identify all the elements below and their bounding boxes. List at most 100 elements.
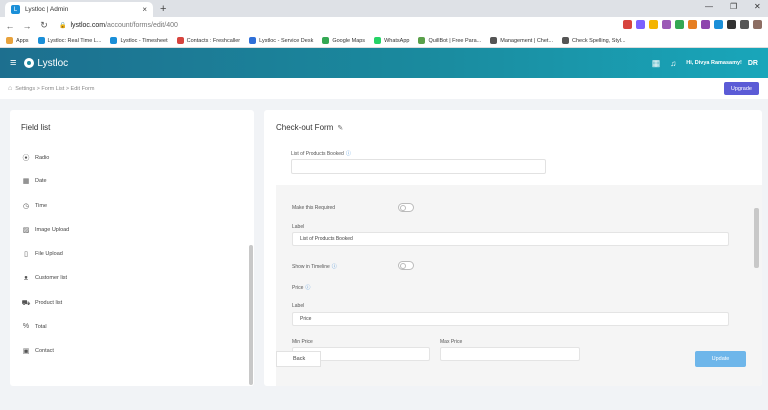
home-icon[interactable]: ⌂ [8,85,12,92]
field-list-item-label: Contact [35,348,54,355]
browser-extension-icon[interactable] [675,20,684,29]
bookmark-item[interactable]: Lystloc - Timesheet [110,37,168,44]
browser-extension-icon[interactable] [636,20,645,29]
breadcrumb[interactable]: Settings > Form List > Edit Form [15,86,94,92]
contact-card-icon: ▣ [22,348,30,356]
back-arrow-icon[interactable]: ← [3,21,17,31]
file-icon: ▯ [24,251,28,259]
bookmark-item[interactable]: Management | Chet... [490,37,553,44]
browser-tab-title: Lystloc | Admin [25,6,69,13]
form-scrollbar[interactable] [754,208,759,268]
field-list-item[interactable]: ▦ Date [21,177,47,185]
field-list-item[interactable]: ▣ Contact [21,347,54,355]
user-avatar[interactable]: DR [748,60,758,67]
breadcrumb-bar: ⌂ Settings > Form List > Edit Form Upgra… [0,78,768,99]
browser-extension-icon[interactable] [701,20,710,29]
show-timeline-toggle[interactable] [398,261,414,270]
new-tab-icon[interactable]: + [160,3,166,15]
bookmark-item[interactable]: Google Maps [322,37,365,44]
field-list-item-label: Time [35,202,48,209]
browser-extension-icon[interactable] [714,20,723,29]
url-host: lystloc.com [70,22,106,29]
form-title: Check-out Form [276,123,334,132]
label-caption: Label [292,224,305,230]
window-close-icon[interactable]: ✕ [754,2,761,11]
pencil-edit-icon[interactable]: ✎ [337,124,343,132]
percent-icon: % [22,323,30,331]
upgrade-button[interactable]: Upgrade [723,82,759,95]
brand-logo[interactable]: Lystloc [24,58,68,69]
minimize-icon[interactable]: — [705,2,713,11]
show-timeline-label-text: Show in Timeline [292,264,330,270]
bookmark-item[interactable]: Check Spelling, Styl... [562,37,626,44]
bookmark-favicon-icon [418,37,426,44]
field-list-item-label: Date [35,178,47,185]
browser-extension-icon[interactable] [740,20,749,29]
restore-icon[interactable]: ❐ [730,2,737,11]
field-list-item[interactable]: ▯ File Upload [21,250,63,258]
field-list-item[interactable]: ⛟ Product list [21,299,63,308]
bookmarks-bar: Apps Lystloc: Real Time L... Lystloc - Tim… [0,34,768,48]
app-header: ≡ Lystloc ▦ ♫ Hi, Divya Ramasamy! DR [0,48,768,78]
timeline-info-icon[interactable]: ⓘ [332,264,337,270]
make-required-toggle[interactable] [398,203,414,212]
browser-tab[interactable]: L Lystloc | Admin × [5,2,153,17]
form-editor-panel: Check-out Form ✎ List of Products Booked… [264,110,762,386]
bookmark-favicon-icon [6,37,13,44]
bookmark-item[interactable]: Apps [6,37,29,44]
bookmark-item[interactable]: QuillBot | Free Para... [418,37,481,44]
field-list-item[interactable]: % Total [21,323,47,330]
info-icon[interactable]: ⓘ [346,151,351,157]
clock-icon: ◷ [22,202,30,210]
price-label-caption: Label [292,303,305,309]
browser-extension-icon[interactable] [688,20,697,29]
close-tab-icon[interactable]: × [142,5,147,14]
image-icon: ▨ [22,226,30,234]
field-list-item-label: Customer list [35,275,68,281]
browser-extension-icon[interactable] [662,20,671,29]
field-list-item-label: Image Upload [35,226,70,233]
field-preview-box[interactable] [291,159,546,174]
user-greeting[interactable]: Hi, Divya Ramasamy! [686,60,742,66]
browser-extension-icon[interactable] [623,20,632,29]
bookmark-label: Check Spelling, Styl... [572,37,626,44]
calendar-icon: ▦ [22,178,30,186]
max-price-input[interactable] [440,347,580,361]
field-list-item-label: Total [35,323,47,330]
price-info-icon[interactable]: ⓘ [305,285,310,291]
field-list-item[interactable]: ◷ Time [21,202,47,210]
cart-icon: ⛟ [21,299,31,307]
browser-toolbar: ← → ↻ 🔒 lystloc.com/account/forms/edit/4… [0,17,768,34]
field-list-scrollbar[interactable] [249,245,253,385]
bookmark-label: Google Maps [332,37,366,44]
notification-bell-icon[interactable]: ♫ [670,59,676,68]
field-list-item[interactable]: ▨ Image Upload [21,226,70,234]
address-bar[interactable]: 🔒 lystloc.com/account/forms/edit/400 [59,22,178,29]
price-label-input[interactable]: Price [292,312,729,326]
bookmark-item[interactable]: WhatsApp [374,37,409,44]
bookmark-item[interactable]: Contacts : Freshcaller [176,37,240,44]
bookmark-item[interactable]: Lystloc: Real Time L... [37,37,101,44]
min-price-label: Min Price [292,339,313,345]
bookmark-label: Lystloc - Timesheet [120,37,168,44]
field-list-item[interactable]: ⦿ Radio [21,153,50,163]
label-input[interactable]: List of Products Booked [292,232,729,246]
bookmark-item[interactable]: Lystloc - Service Desk [249,37,313,44]
reload-icon[interactable]: ↻ [37,20,51,31]
browser-extension-icon[interactable] [649,20,658,29]
radio-icon: ⦿ [22,155,30,162]
browser-extension-icon[interactable] [727,20,736,29]
browser-extension-icon[interactable] [753,20,762,29]
bookmark-label: Lystloc - Service Desk [259,37,314,44]
field-list-item[interactable]: ᴥ Customer list [21,275,67,282]
bookmark-favicon-icon [176,37,184,44]
hamburger-menu-icon[interactable]: ≡ [10,57,16,69]
update-button[interactable]: Update [695,351,746,367]
forward-arrow-icon[interactable]: → [20,21,34,31]
bookmark-label: Apps [16,37,29,44]
back-button[interactable]: Back [276,351,321,367]
apps-grid-icon[interactable]: ▦ [652,58,661,69]
field-list-item-label: File Upload [35,251,63,258]
bookmark-favicon-icon [490,37,498,44]
field-list-panel: Field list ⦿ Radio ▦ Date ◷ Time ▨ Image Upload… [10,110,254,386]
